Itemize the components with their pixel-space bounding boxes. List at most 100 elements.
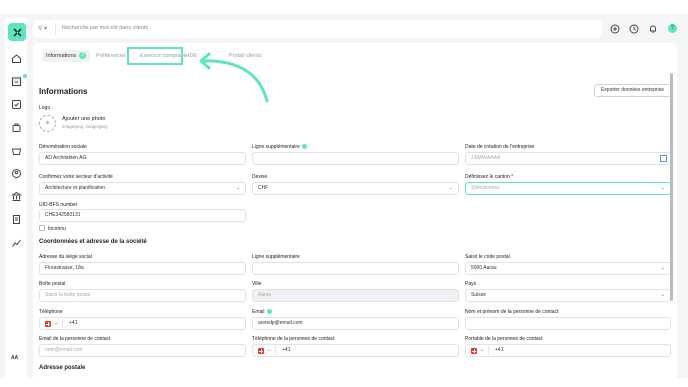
pays-select[interactable]: Suisse ⌄ xyxy=(465,289,671,302)
home-icon[interactable] xyxy=(11,53,22,64)
chevron-down-icon: ⌄ xyxy=(235,185,240,191)
annotation-arrow-icon xyxy=(199,52,269,103)
address-section-title: Coordonnées et adresse de la société xyxy=(39,239,147,245)
contact-nom-label: Nom et prénom de la personne de contact xyxy=(465,309,559,315)
export-button[interactable]: Exporter données entreprise xyxy=(594,84,671,97)
photo-upload-icon[interactable]: ⊕ xyxy=(39,115,56,132)
addr-ligne-sup-label: Ligne supplémentaire xyxy=(252,254,300,260)
basket-icon[interactable] xyxy=(11,145,22,156)
contact-portable-label: Portable de la personne de contact xyxy=(465,336,543,342)
siege-label: Adresse du siège social xyxy=(39,254,92,260)
divider xyxy=(62,319,63,328)
tab-preferences[interactable]: Préférences xyxy=(96,50,126,62)
postal-section-title: Adresse postale xyxy=(39,365,86,371)
siege-input[interactable]: Florastrasse, 18a xyxy=(39,262,246,275)
contact-portable-value: +41 xyxy=(495,347,504,353)
chevron-down-icon[interactable]: ⌄ xyxy=(480,345,484,356)
divider xyxy=(488,346,489,355)
tasks-icon[interactable] xyxy=(11,99,22,110)
code-postal-label: Saisir le code postal xyxy=(465,254,510,260)
code-postal-value: 5000 Aarau xyxy=(471,265,497,271)
email-label-text: Email xyxy=(252,309,265,315)
tab-label: Informations xyxy=(46,53,77,59)
search-input[interactable]: Recherche par mot-clé dans clients xyxy=(62,25,148,31)
ligne-sup-label: Ligne supplémentaire xyxy=(252,144,307,150)
devise-select[interactable]: CHF ⌄ xyxy=(252,182,459,195)
date-creation-input[interactable]: JJ/MM/AAAA xyxy=(465,152,671,165)
chevron-down-icon: ⌄ xyxy=(660,292,665,298)
info-icon xyxy=(266,309,272,315)
canton-select[interactable]: Sélectionnez ⌄ xyxy=(465,182,671,195)
code-postal-select[interactable]: 5000 Aarau ⌄ xyxy=(465,262,671,275)
ville-input: Aarau xyxy=(252,289,459,302)
devise-value: CHF xyxy=(258,185,269,191)
canton-label: Définissez le canton * xyxy=(465,174,514,180)
chevron-down-icon: ⌄ xyxy=(660,185,665,191)
pays-label: Pays xyxy=(465,281,477,287)
divider xyxy=(55,23,56,35)
add-photo-link[interactable]: Ajouter une photo xyxy=(62,116,105,122)
devise-label: Devise xyxy=(252,174,268,180)
swiss-flag-icon xyxy=(471,348,477,354)
ville-label: Ville xyxy=(252,281,262,287)
denomination-input[interactable]: AD Architekten AG xyxy=(39,152,246,165)
secteur-select[interactable]: Architecture et planification ⌄ xyxy=(39,182,246,195)
date-creation-label: Date de création de l'entreprise xyxy=(465,144,535,150)
user-icon[interactable] xyxy=(11,168,22,179)
scrollbar[interactable] xyxy=(670,73,673,301)
date-placeholder: JJ/MM/AAAA xyxy=(471,155,501,161)
canton-placeholder: Sélectionnez xyxy=(471,185,500,191)
addr-ligne-sup-input[interactable] xyxy=(252,262,459,275)
pays-value: Suisse xyxy=(471,292,487,298)
clock-icon[interactable] xyxy=(629,24,639,34)
uid-label: UID-BFS number xyxy=(39,202,78,208)
notification-dot xyxy=(23,74,27,78)
telephone-input[interactable]: ⌄ +41 xyxy=(39,317,246,330)
chevron-down-icon: ⌄ xyxy=(448,185,453,191)
uid-input[interactable]: CHE342580131 xyxy=(39,209,246,222)
app-shell: AA ⚲ ▾ Recherche par mot-clé dans client… xyxy=(0,14,688,383)
contact-email-label: Email de la personne de contact xyxy=(39,336,111,342)
email-input[interactable]: annedp@email.com xyxy=(252,317,459,330)
document-icon[interactable] xyxy=(11,214,22,225)
divider xyxy=(275,346,276,355)
section-title: Informations xyxy=(39,87,88,96)
inconnu-label: Inconnu xyxy=(48,226,66,232)
contact-tel-input[interactable]: ⌄ +41 xyxy=(252,344,459,357)
boite-input[interactable]: Saisir la boîte postal xyxy=(39,289,246,302)
chevron-down-icon: ⌄ xyxy=(660,265,665,271)
image-types-hint: image/png, image/jpeg xyxy=(62,124,108,129)
bank-icon[interactable] xyxy=(11,191,22,202)
help-icon[interactable]: ? xyxy=(668,24,677,33)
calendar-icon[interactable] xyxy=(660,155,667,162)
boite-label: Boîte postal xyxy=(39,281,66,287)
chevron-down-icon[interactable]: ⌄ xyxy=(267,345,271,356)
contact-email-input[interactable]: nom@email.com xyxy=(39,344,246,357)
sidebar: AA xyxy=(5,18,27,378)
tab-badge: 2 xyxy=(79,52,87,60)
contact-nom-input[interactable] xyxy=(465,317,671,330)
contact-tel-value: +41 xyxy=(282,347,291,353)
bag-icon[interactable] xyxy=(11,122,22,133)
bell-icon[interactable] xyxy=(648,24,658,34)
inconnu-checkbox[interactable] xyxy=(39,225,45,231)
avatar[interactable]: AA xyxy=(11,355,18,361)
search-icon[interactable]: ⚲ ▾ xyxy=(38,25,52,33)
telephone-value: +41 xyxy=(69,320,78,326)
ligne-sup-input[interactable] xyxy=(252,152,459,165)
contact-tel-label: Téléphone de la personne de contact xyxy=(252,336,335,342)
secteur-value: Architecture et planification xyxy=(45,185,106,191)
highlight-box xyxy=(127,47,183,65)
main-panel: Informations 2 Préférences Exercice compt… xyxy=(33,43,677,383)
chart-icon[interactable] xyxy=(11,237,22,248)
tab-informations[interactable]: Informations 2 xyxy=(42,50,91,62)
logo-icon xyxy=(12,27,22,37)
top-search-bar: ⚲ ▾ Recherche par mot-clé dans clients xyxy=(33,20,602,38)
telephone-label: Téléphone xyxy=(39,309,63,315)
app-logo[interactable] xyxy=(8,23,26,41)
contact-portable-input[interactable]: ⌄ +41 xyxy=(465,344,671,357)
add-circle-icon[interactable] xyxy=(610,24,620,34)
clients-icon[interactable] xyxy=(11,76,22,87)
chevron-down-icon[interactable]: ⌄ xyxy=(54,318,58,329)
denomination-label: Dénomination sociale xyxy=(39,144,87,150)
